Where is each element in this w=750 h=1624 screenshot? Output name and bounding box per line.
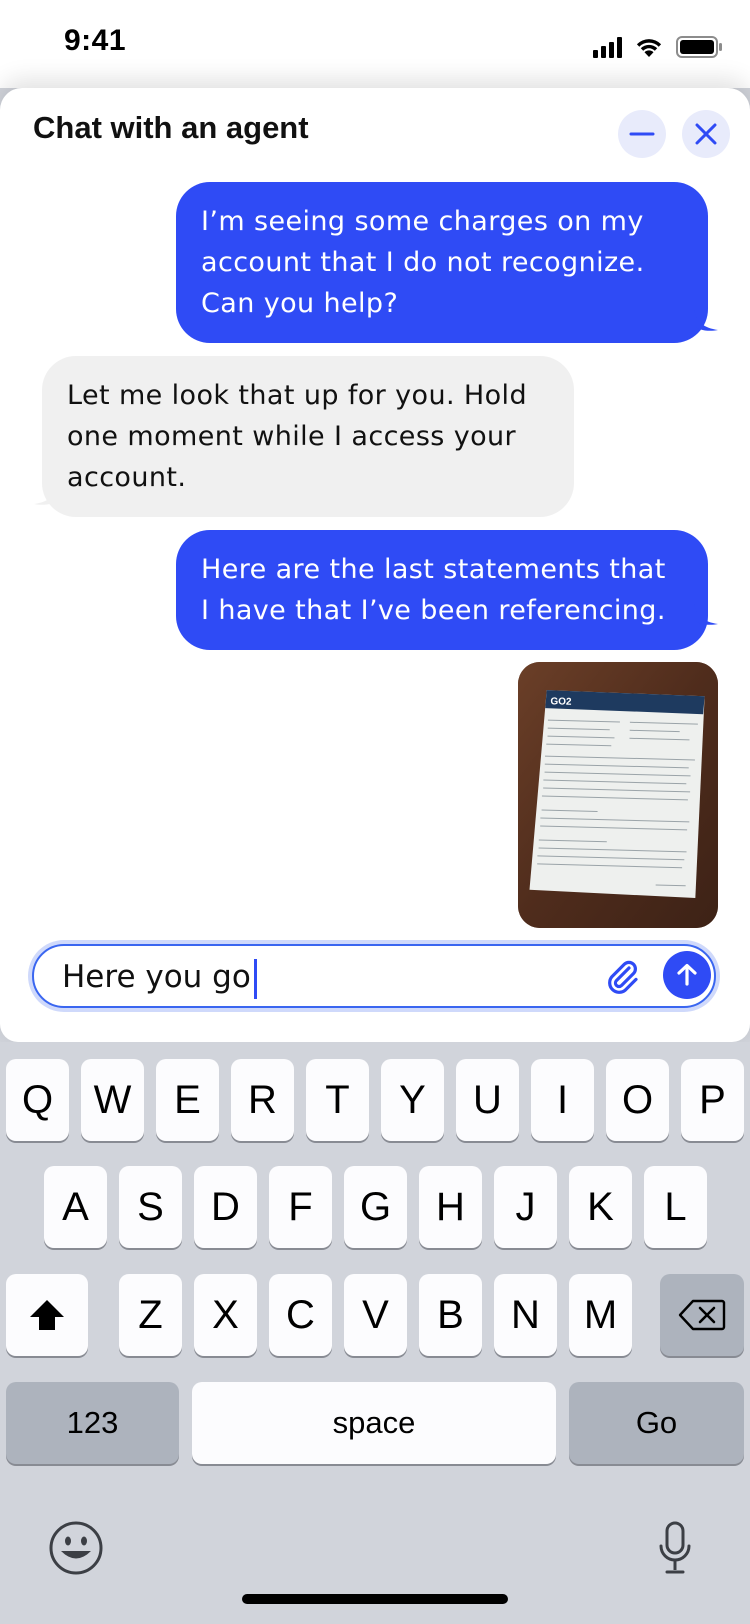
status-icons [593, 34, 722, 58]
user-message: Here are the last statements that I have… [176, 530, 708, 650]
key-g[interactable]: G [344, 1166, 407, 1248]
message-input[interactable]: Here you go [62, 954, 257, 1000]
numbers-key[interactable]: 123 [6, 1382, 179, 1464]
statement-brand: GO2 [550, 696, 572, 708]
key-b[interactable]: B [419, 1274, 482, 1356]
send-button[interactable] [663, 951, 711, 999]
statement-image-attachment[interactable]: GO2 [518, 662, 718, 928]
close-button[interactable] [682, 110, 730, 158]
battery-icon [676, 36, 722, 58]
statement-photo: GO2 [518, 662, 718, 928]
backspace-icon [678, 1299, 726, 1331]
shift-key[interactable] [6, 1274, 88, 1356]
message-input-value: Here you go [62, 959, 251, 995]
status-time: 9:41 [64, 24, 127, 57]
key-k[interactable]: K [569, 1166, 632, 1248]
user-message: I’m seeing some charges on my account th… [176, 182, 708, 343]
cellular-signal-icon [593, 36, 622, 58]
space-key[interactable]: space [192, 1382, 556, 1464]
key-a[interactable]: A [44, 1166, 107, 1248]
key-f[interactable]: F [269, 1166, 332, 1248]
text-caret [253, 958, 257, 999]
key-t[interactable]: T [306, 1059, 369, 1141]
minimize-icon [629, 132, 655, 136]
key-w[interactable]: W [81, 1059, 144, 1141]
status-bar: 9:41 [0, 0, 750, 88]
shift-icon [30, 1300, 64, 1330]
chat-title: Chat with an agent [33, 110, 309, 145]
key-p[interactable]: P [681, 1059, 744, 1141]
message-composer[interactable]: Here you go [32, 944, 716, 1008]
chat-sheet: Chat with an agent I’m seeing some charg… [0, 88, 750, 1042]
key-q[interactable]: Q [6, 1059, 69, 1141]
key-i[interactable]: I [531, 1059, 594, 1141]
key-v[interactable]: V [344, 1274, 407, 1356]
go-key[interactable]: Go [569, 1382, 744, 1464]
key-y[interactable]: Y [381, 1059, 444, 1141]
key-c[interactable]: C [269, 1274, 332, 1356]
wifi-icon [636, 39, 662, 57]
send-arrow-icon [677, 963, 697, 986]
bubble-tail [694, 310, 718, 331]
bubble-tail [34, 484, 58, 505]
key-l[interactable]: L [644, 1166, 707, 1248]
minimize-button[interactable] [618, 110, 666, 158]
backspace-key[interactable] [660, 1274, 744, 1356]
agent-message: Let me look that up for you. Hold one mo… [42, 356, 574, 517]
mic-icon[interactable] [658, 1520, 692, 1576]
paperclip-icon[interactable] [602, 956, 644, 998]
key-j[interactable]: J [494, 1166, 557, 1248]
emoji-icon[interactable] [48, 1520, 104, 1576]
bubble-tail [694, 604, 718, 625]
key-o[interactable]: O [606, 1059, 669, 1141]
close-icon [695, 123, 717, 145]
key-u[interactable]: U [456, 1059, 519, 1141]
key-m[interactable]: M [569, 1274, 632, 1356]
home-indicator[interactable] [242, 1594, 508, 1604]
key-d[interactable]: D [194, 1166, 257, 1248]
key-n[interactable]: N [494, 1274, 557, 1356]
key-e[interactable]: E [156, 1059, 219, 1141]
key-s[interactable]: S [119, 1166, 182, 1248]
key-x[interactable]: X [194, 1274, 257, 1356]
key-z[interactable]: Z [119, 1274, 182, 1356]
keyboard: Q W E R T Y U I O P A S D F G H J K L Z … [0, 1042, 750, 1624]
key-r[interactable]: R [231, 1059, 294, 1141]
key-h[interactable]: H [419, 1166, 482, 1248]
